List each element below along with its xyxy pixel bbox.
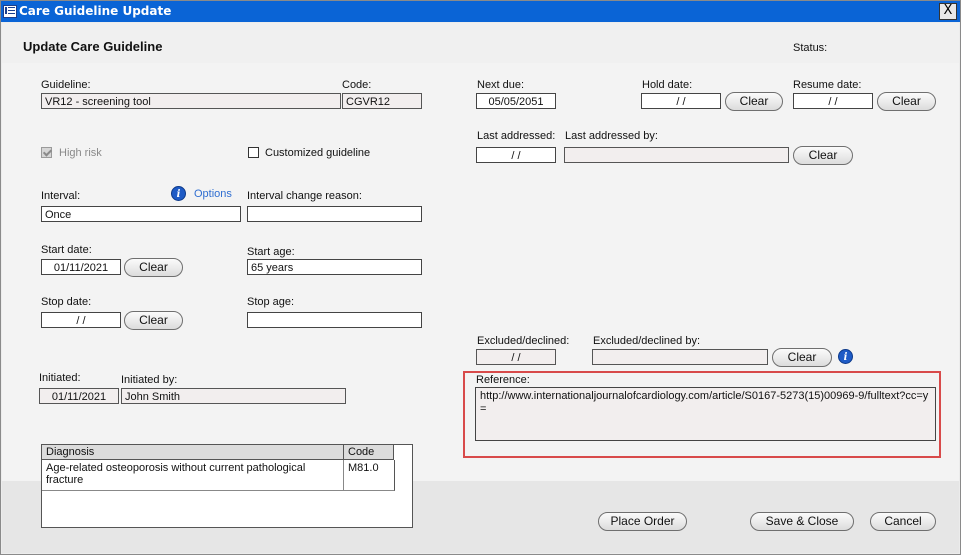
close-button[interactable]: X <box>939 3 957 20</box>
last-addressed-clear-button[interactable]: Clear <box>793 146 853 165</box>
diagnosis-table: Diagnosis Code Age-related osteoporosis … <box>41 444 413 528</box>
table-row[interactable]: Age-related osteoporosis without current… <box>42 460 395 491</box>
stop-date-label: Stop date: <box>41 296 92 308</box>
diagnosis-cell: Age-related osteoporosis without current… <box>46 462 306 486</box>
excluded-declined-label: Excluded/declined: <box>477 335 570 347</box>
interval-change-reason-field[interactable] <box>247 206 422 222</box>
interval-change-reason-label: Interval change reason: <box>247 190 362 202</box>
start-date-label: Start date: <box>41 244 92 256</box>
stop-age-label: Stop age: <box>247 296 295 308</box>
save-close-button[interactable]: Save & Close <box>750 512 854 531</box>
window-title: Care Guideline Update <box>19 4 172 18</box>
last-addressed-label: Last addressed: <box>477 130 556 142</box>
high-risk-label: High risk <box>59 147 102 159</box>
title-bar: Care Guideline Update X <box>1 1 960 22</box>
hold-date-clear-button[interactable]: Clear <box>725 92 783 111</box>
customized-guideline-label: Customized guideline <box>265 147 371 159</box>
info-icon[interactable]: i <box>171 186 186 201</box>
care-guideline-window: Care Guideline Update X Update Care Guid… <box>0 0 961 555</box>
next-due-field[interactable]: 05/05/2051 <box>476 93 556 109</box>
excluded-declined-field[interactable]: / / <box>476 349 556 365</box>
stop-age-field[interactable] <box>247 312 422 328</box>
hold-date-field[interactable]: / / <box>641 93 721 109</box>
resume-date-label: Resume date: <box>793 79 862 91</box>
diagnosis-column-header[interactable]: Diagnosis <box>42 445 344 460</box>
high-risk-checkbox[interactable] <box>41 147 52 158</box>
page-title: Update Care Guideline <box>23 39 163 54</box>
guideline-field[interactable]: VR12 - screening tool <box>41 93 341 109</box>
resume-date-field[interactable]: / / <box>793 93 873 109</box>
start-age-label: Start age: <box>247 246 295 258</box>
interval-field[interactable]: Once <box>41 206 241 222</box>
start-date-clear-button[interactable]: Clear <box>124 258 183 277</box>
resume-date-clear-button[interactable]: Clear <box>877 92 936 111</box>
start-date-field[interactable]: 01/11/2021 <box>41 259 121 275</box>
excluded-declined-by-label: Excluded/declined by: <box>593 335 701 347</box>
interval-label: Interval: <box>41 190 81 202</box>
reference-label: Reference: <box>476 374 530 386</box>
excluded-info-icon[interactable]: i <box>838 349 853 364</box>
customized-guideline-checkbox[interactable] <box>248 147 259 158</box>
initiated-by-field[interactable]: John Smith <box>121 388 346 404</box>
last-addressed-field[interactable]: / / <box>476 147 556 163</box>
code-label: Code: <box>342 79 372 91</box>
initiated-by-label: Initiated by: <box>121 374 178 386</box>
last-addressed-by-label: Last addressed by: <box>565 130 658 142</box>
stop-date-field[interactable]: / / <box>41 312 121 328</box>
window-list-icon <box>3 5 17 18</box>
reference-field[interactable]: http://www.internationaljournalofcardiol… <box>475 387 936 441</box>
initiated-label: Initiated: <box>39 372 81 384</box>
status-label: Status: <box>793 42 828 54</box>
excluded-clear-button[interactable]: Clear <box>772 348 832 367</box>
last-addressed-by-field[interactable] <box>564 147 789 163</box>
hold-date-label: Hold date: <box>642 79 693 91</box>
code-column-header[interactable]: Code <box>344 445 394 460</box>
options-link[interactable]: Options <box>194 188 232 200</box>
guideline-label: Guideline: <box>41 79 91 91</box>
stop-date-clear-button[interactable]: Clear <box>124 311 183 330</box>
start-age-field[interactable]: 65 years <box>247 259 422 275</box>
place-order-button[interactable]: Place Order <box>598 512 687 531</box>
next-due-label: Next due: <box>477 79 525 91</box>
initiated-field[interactable]: 01/11/2021 <box>39 388 119 404</box>
code-field[interactable]: CGVR12 <box>342 93 422 109</box>
excluded-declined-by-field[interactable] <box>592 349 768 365</box>
code-cell: M81.0 <box>348 462 379 474</box>
cancel-button[interactable]: Cancel <box>870 512 936 531</box>
